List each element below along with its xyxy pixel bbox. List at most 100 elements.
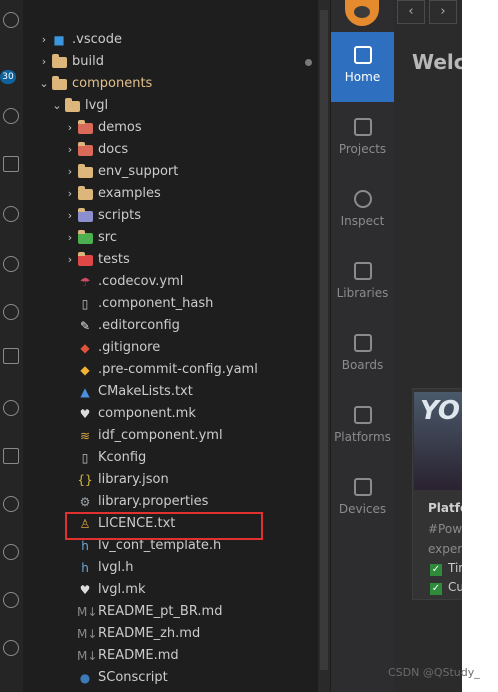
- tree-file-row[interactable]: ☂ .codecov.yml: [63, 271, 184, 293]
- remote-icon[interactable]: [3, 206, 19, 222]
- chevron-right-icon[interactable]: ›: [63, 183, 77, 205]
- tree-item-label: tests: [98, 252, 130, 267]
- testing-icon[interactable]: [3, 256, 19, 272]
- chevron-right-icon[interactable]: ›: [37, 51, 51, 73]
- globe-icon[interactable]: [3, 544, 19, 560]
- tree-file-row[interactable]: ▯ .component_hash: [63, 293, 214, 315]
- settings-icon[interactable]: [3, 640, 19, 656]
- tree-folder-row[interactable]: › build: [37, 51, 104, 73]
- chevron-right-icon[interactable]: ›: [63, 205, 77, 227]
- tree-item-label: .pre-commit-config.yaml: [98, 362, 258, 377]
- explorer-scrollbar-thumb[interactable]: [320, 10, 328, 670]
- annotation-highlight-box: [65, 512, 263, 540]
- pio-nav-projects-label: Projects: [338, 142, 387, 156]
- chevron-down-icon[interactable]: ⌄: [37, 73, 51, 95]
- platform-card-subtitle: exper: [428, 542, 463, 556]
- tree-item-label: .editorconfig: [98, 318, 180, 333]
- tree-file-row[interactable]: ♥ lvgl.mk: [63, 579, 146, 601]
- tree-folder-row[interactable]: › docs: [63, 139, 128, 161]
- folder-icon: [77, 205, 93, 227]
- tree-file-row[interactable]: ● SConscript: [63, 667, 168, 689]
- pio-nav-home[interactable]: Home: [331, 32, 394, 102]
- chevron-right-icon[interactable]: ›: [63, 139, 77, 161]
- chevron-down-icon[interactable]: ⌄: [50, 95, 64, 117]
- tree-item-label: .component_hash: [98, 296, 214, 311]
- tree-folder-row[interactable]: › scripts: [63, 205, 141, 227]
- chevron-right-icon[interactable]: ›: [63, 227, 77, 249]
- folder-icon: [51, 51, 67, 73]
- folder-icon: [51, 73, 67, 95]
- pio-nav-devices[interactable]: Devices: [331, 464, 394, 534]
- tree-file-row[interactable]: M↓README.md: [63, 645, 179, 667]
- pio-nav-libraries-label: Libraries: [336, 286, 389, 300]
- tree-file-row[interactable]: h lvgl.h: [63, 557, 133, 579]
- tree-file-row[interactable]: ≋ idf_component.yml: [63, 425, 223, 447]
- tree-folder-row[interactable]: › examples: [63, 183, 161, 205]
- forward-button[interactable]: ›: [429, 0, 457, 24]
- tree-file-row[interactable]: M↓README_zh.md: [63, 623, 200, 645]
- tree-item-label: src: [98, 230, 117, 245]
- pio-nav-platforms[interactable]: Platforms: [331, 392, 394, 462]
- tree-folder-row[interactable]: › tests: [63, 249, 130, 271]
- tree-item-label: library.json: [98, 472, 169, 487]
- tree-folder-row[interactable]: › demos: [63, 117, 142, 139]
- tree-item-label: Kconfig: [98, 450, 147, 465]
- tree-file-row[interactable]: {} library.json: [63, 469, 169, 491]
- tree-file-row[interactable]: ◆ .pre-commit-config.yaml: [63, 359, 258, 381]
- tree-item-label: build: [72, 54, 104, 69]
- tree-item-label: CMakeLists.txt: [98, 384, 193, 399]
- pio-nav-libraries[interactable]: Libraries: [331, 248, 394, 318]
- tree-folder-row[interactable]: ⌄ components: [37, 73, 152, 95]
- markdown-icon: M↓: [77, 605, 98, 619]
- folder-icon: [77, 249, 93, 271]
- platformio-icon[interactable]: [3, 304, 19, 320]
- tree-item-label: env_support: [98, 164, 179, 179]
- makefile-icon: ♥: [79, 407, 91, 421]
- markdown-icon: M↓: [77, 627, 98, 641]
- clipboard-icon[interactable]: [3, 348, 19, 364]
- markdown-icon: M↓: [77, 649, 98, 663]
- chevron-right-icon[interactable]: ›: [63, 249, 77, 271]
- docker-icon[interactable]: [3, 448, 19, 464]
- alien-icon[interactable]: [3, 592, 19, 608]
- tree-item-label: .codecov.yml: [98, 274, 184, 289]
- modified-dot: [305, 59, 312, 66]
- chevron-right-icon[interactable]: ›: [37, 29, 51, 51]
- tree-folder-row[interactable]: ⌄ lvgl: [50, 95, 108, 117]
- libraries-icon: [353, 262, 372, 280]
- tree-item-label: README_zh.md: [98, 626, 201, 641]
- tree-item-label: README_pt_BR.md: [98, 604, 223, 619]
- tree-item-label: SConscript: [98, 670, 168, 685]
- pio-nav-projects[interactable]: Projects: [331, 104, 394, 174]
- tree-file-row[interactable]: ♥ component.mk: [63, 403, 196, 425]
- extensions-icon[interactable]: [3, 156, 19, 172]
- esp-idf-icon[interactable]: [3, 400, 19, 416]
- tree-file-row[interactable]: ▲ CMakeLists.txt: [63, 381, 193, 403]
- tree-file-row[interactable]: ▯ Kconfig: [63, 447, 147, 469]
- tree-file-row[interactable]: ⚙ library.properties: [63, 491, 209, 513]
- back-button[interactable]: ‹: [397, 0, 425, 24]
- pio-nav-inspect[interactable]: Inspect: [331, 176, 394, 246]
- tree-file-row[interactable]: ✎ .editorconfig: [63, 315, 180, 337]
- tree-folder-row[interactable]: › ■ .vscode: [37, 29, 122, 51]
- tree-item-label: .vscode: [72, 32, 122, 47]
- activity-bar: 30: [0, 0, 23, 692]
- search-icon[interactable]: [3, 12, 19, 28]
- pio-nav-boards[interactable]: Boards: [331, 320, 394, 390]
- tree-item-label: scripts: [98, 208, 141, 223]
- tree-file-row[interactable]: M↓README_pt_BR.md: [63, 601, 222, 623]
- file-explorer: › ■ .vscode › build ⌄ components ⌄ lvgl › demos › do…: [23, 0, 331, 692]
- makefile-icon: ♥: [79, 583, 91, 597]
- tree-file-row[interactable]: ◆ .gitignore: [63, 337, 160, 359]
- folder-icon: [77, 117, 93, 139]
- python-icon: ●: [79, 671, 91, 685]
- tree-item-label: component.mk: [98, 406, 196, 421]
- person-icon[interactable]: [3, 496, 19, 512]
- pio-nav-home-label: Home: [344, 70, 381, 84]
- tree-folder-row[interactable]: › env_support: [63, 161, 178, 183]
- run-debug-icon[interactable]: [3, 108, 19, 124]
- chevron-right-icon[interactable]: ›: [63, 117, 77, 139]
- chevron-right-icon[interactable]: ›: [63, 161, 77, 183]
- tree-item-label: README.md: [98, 648, 179, 663]
- tree-folder-row[interactable]: › src: [63, 227, 117, 249]
